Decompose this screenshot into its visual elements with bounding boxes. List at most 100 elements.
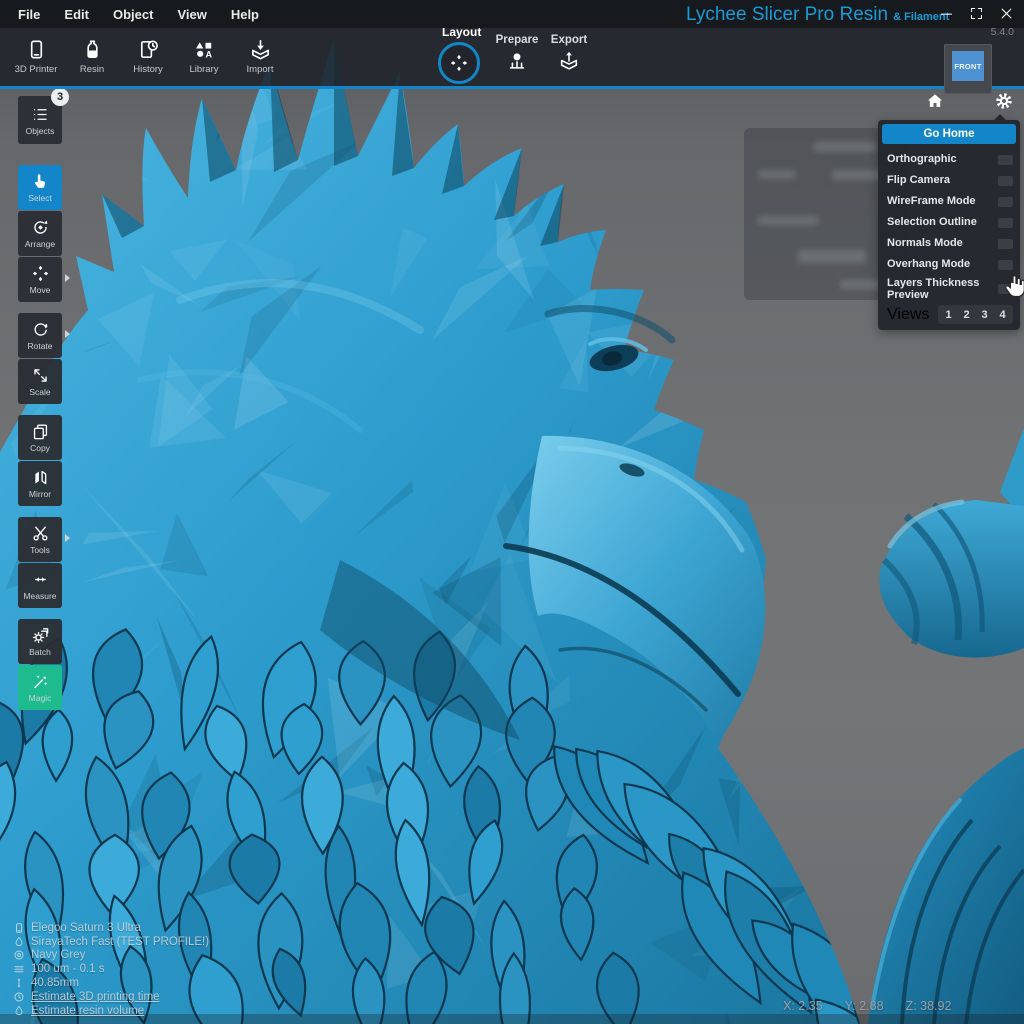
views-label: Views <box>887 306 929 324</box>
menu-view[interactable]: View <box>177 7 206 22</box>
resin-drop-icon <box>13 936 25 948</box>
camera-option-flip-camera[interactable]: Flip Camera <box>882 170 1016 191</box>
status-text: Navy Grey <box>31 949 85 961</box>
view-preset-3[interactable]: 3 <box>977 307 992 322</box>
minimize-icon[interactable] <box>939 6 954 21</box>
sidebar-item-copy[interactable]: Copy <box>18 415 62 460</box>
sidebar-item-move[interactable]: Move <box>18 257 62 302</box>
toolbar-3d-printer-button[interactable]: 3D Printer <box>8 28 64 84</box>
camera-option-orthographic[interactable]: Orthographic <box>882 149 1016 170</box>
sidebar-item-label: Scale <box>29 387 50 397</box>
option-label: Orthographic <box>887 153 957 166</box>
maximize-icon[interactable] <box>969 6 984 21</box>
status-text: 40.85mm <box>31 977 79 989</box>
mirror-icon <box>31 468 50 487</box>
toggle-switch[interactable] <box>998 155 1013 165</box>
toggle-switch[interactable] <box>998 176 1013 186</box>
home-icon[interactable] <box>925 91 945 111</box>
toolbar-label: Library <box>189 64 218 75</box>
sidebar-item-batch[interactable]: Batch <box>18 619 62 664</box>
toggle-switch[interactable] <box>998 218 1013 228</box>
tool-sidebar: 3 Objects Select Arrange Move Rotate Sca… <box>18 96 64 721</box>
sidebar-item-rotate[interactable]: Rotate <box>18 313 62 358</box>
sidebar-item-objects[interactable]: 3 Objects <box>18 96 62 144</box>
view-preset-4[interactable]: 4 <box>995 307 1010 322</box>
tab-prepare-label: Prepare <box>496 34 539 46</box>
view-cube-front-face[interactable]: FRONT <box>952 51 984 81</box>
sidebar-item-select[interactable]: Select <box>18 165 62 210</box>
sidebar-item-magic[interactable]: Magic <box>18 665 62 710</box>
tab-prepare[interactable]: Prepare <box>494 34 540 72</box>
menu-help[interactable]: Help <box>231 7 259 22</box>
toolbar-label: History <box>133 64 163 75</box>
status-color: Navy Grey <box>13 949 209 963</box>
sidebar-item-tools[interactable]: Tools <box>18 517 62 562</box>
gear-icon[interactable] <box>994 91 1014 111</box>
chevron-right-icon <box>65 330 70 338</box>
camera-option-overhang-mode[interactable]: Overhang Mode <box>882 254 1016 275</box>
close-icon[interactable] <box>999 6 1014 21</box>
go-home-button[interactable]: Go Home <box>882 124 1016 144</box>
toolbar-label: 3D Printer <box>15 64 58 75</box>
arrange-icon <box>31 218 50 237</box>
view-cube[interactable]: FRONT <box>944 44 992 94</box>
resin-bottle-icon <box>81 38 104 61</box>
color-icon <box>13 949 25 961</box>
status-model-height: 40.85mm <box>13 976 209 990</box>
coord-x: X: 2.35 <box>783 999 823 1013</box>
sidebar-item-mirror[interactable]: Mirror <box>18 461 62 506</box>
supports-icon <box>506 50 528 72</box>
printer-icon <box>25 38 48 61</box>
sidebar-item-label: Magic <box>29 693 52 703</box>
status-text: SirayaTech Fast (TEST PROFILE!) <box>31 936 209 948</box>
measure-arrows-icon <box>31 570 50 589</box>
tab-layout[interactable] <box>438 42 480 84</box>
volume-drop-icon <box>13 1005 25 1017</box>
camera-option-selection-outline[interactable]: Selection Outline <box>882 212 1016 233</box>
camera-option-normals-mode[interactable]: Normals Mode <box>882 233 1016 254</box>
option-label: WireFrame Mode <box>887 195 976 208</box>
toolbar-import-button[interactable]: Import <box>232 28 288 84</box>
toolbar-label: Import <box>247 64 274 75</box>
sidebar-item-label: Mirror <box>29 489 51 499</box>
chevron-right-icon <box>65 274 70 282</box>
sidebar-item-label: Move <box>30 285 51 295</box>
sidebar-item-scale[interactable]: Scale <box>18 359 62 404</box>
estimate-print-time-link[interactable]: Estimate 3D printing time <box>13 990 209 1004</box>
sidebar-item-arrange[interactable]: Arrange <box>18 211 62 256</box>
library-icon: A <box>193 38 216 61</box>
sidebar-item-measure[interactable]: Measure <box>18 563 62 608</box>
clock-icon <box>13 991 25 1003</box>
accent-divider <box>0 86 1024 89</box>
menu-edit[interactable]: Edit <box>64 7 89 22</box>
toolbar-library-button[interactable]: A Library <box>176 28 232 84</box>
camera-option-wireframe-mode[interactable]: WireFrame Mode <box>882 191 1016 212</box>
sidebar-item-label: Select <box>28 193 52 203</box>
menu-object[interactable]: Object <box>113 7 153 22</box>
history-icon <box>137 38 160 61</box>
estimate-resin-volume-link[interactable]: Estimate resin volume <box>13 1004 209 1018</box>
menu-file[interactable]: File <box>18 7 40 22</box>
view-preset-2[interactable]: 2 <box>959 307 974 322</box>
toolbar-history-button[interactable]: History <box>120 28 176 84</box>
view-preset-1[interactable]: 1 <box>941 307 956 322</box>
window-controls <box>939 6 1014 21</box>
camera-option-layers-thickness-preview[interactable]: Layers Thickness Preview <box>882 275 1016 303</box>
toggle-switch[interactable] <box>998 260 1013 270</box>
cursor-pointer-icon <box>999 270 1024 302</box>
tab-export[interactable]: Export <box>548 34 590 72</box>
toolbar-resin-button[interactable]: Resin <box>64 28 120 84</box>
option-label: Selection Outline <box>887 216 977 229</box>
app-version: 5.4.0 <box>991 26 1014 38</box>
status-text: Elegoo Saturn 3 Ultra <box>31 922 141 934</box>
scissors-icon <box>31 524 50 543</box>
toggle-switch[interactable] <box>998 197 1013 207</box>
status-link-text: Estimate resin volume <box>31 1005 144 1017</box>
toggle-switch[interactable] <box>998 239 1013 249</box>
status-layer-height: 100 um - 0.1 s <box>13 962 209 976</box>
sidebar-item-label: Objects <box>26 126 55 136</box>
sidebar-item-label: Rotate <box>27 341 52 351</box>
sidebar-item-label: Tools <box>30 545 50 555</box>
objects-list-icon <box>31 105 50 124</box>
move-cross-icon <box>449 53 469 73</box>
